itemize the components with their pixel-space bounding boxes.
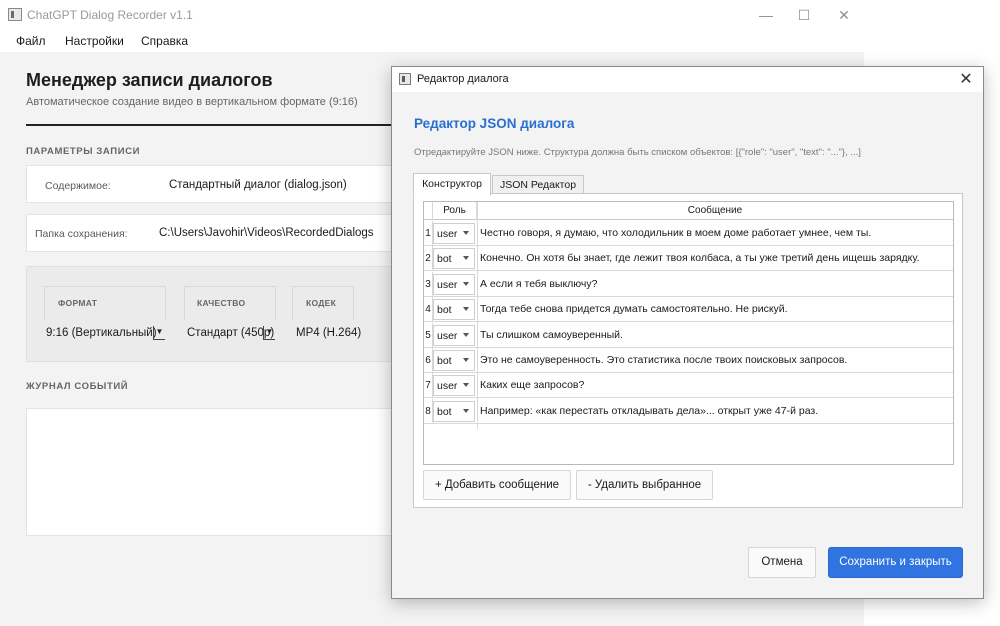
content-value: Стандартный диалог (dialog.json) <box>169 179 347 191</box>
dialog-titlebar: Редактор диалога ✕ <box>392 67 983 92</box>
remove-selected-button[interactable]: - Удалить выбранное <box>576 470 713 500</box>
editor-heading: Редактор JSON диалога <box>414 116 575 131</box>
message-column-header[interactable]: Сообщение <box>477 202 953 220</box>
editor-hint: Отредактируйте JSON ниже. Структура долж… <box>414 147 861 158</box>
message-cell[interactable]: Каких еще запросов? <box>480 379 584 391</box>
params-section-header: ПАРАМЕТРЫ ЗАПИСИ <box>26 146 141 157</box>
message-cell[interactable]: Тогда тебе снова придется думать самосто… <box>480 303 788 315</box>
role-value: bot <box>437 405 452 418</box>
table-row[interactable]: 3 user А если я тебя выключу? <box>424 271 953 297</box>
codec-box: КОДЕК <box>292 286 354 320</box>
window-title: ChatGPT Dialog Recorder v1.1 <box>27 8 193 22</box>
table-corner <box>424 202 433 220</box>
quality-dropdown-icon[interactable]: ▼ <box>263 326 275 340</box>
minimize-icon[interactable]: — <box>748 2 784 28</box>
table-row[interactable]: 8 bot Например: «как перестать откладывать… <box>424 398 953 424</box>
role-select[interactable]: user <box>433 375 475 397</box>
menu-file[interactable]: Файл <box>16 34 46 48</box>
add-message-button[interactable]: + Добавить сообщение <box>423 470 571 500</box>
chevron-down-icon[interactable] <box>463 332 469 337</box>
role-select[interactable]: bot <box>433 299 475 321</box>
message-cell[interactable]: Честно говоря, я думаю, что холодильник … <box>480 227 871 239</box>
dialog-editor: Редактор диалога ✕ Редактор JSON диалога… <box>391 66 984 599</box>
row-number: 4 <box>424 297 433 323</box>
log-section-header: ЖУРНАЛ СОБЫТИЙ <box>26 381 129 392</box>
page-title: Менеджер записи диалогов <box>26 70 273 90</box>
content-label: Содержимое: <box>45 180 111 192</box>
role-select[interactable]: bot <box>433 400 475 422</box>
maximize-icon[interactable]: ☐ <box>786 2 822 28</box>
table-row[interactable]: 5 user Ты слишком самоуверенный. <box>424 322 953 348</box>
table-row[interactable]: 2 bot Конечно. Он хотя бы знает, где лежит… <box>424 246 953 272</box>
format-label: ФОРМАТ <box>58 298 98 308</box>
message-cell[interactable]: Это не самоуверенность. Это статистика п… <box>480 354 847 366</box>
event-log[interactable] <box>26 408 406 536</box>
message-cell[interactable]: Конечно. Он хотя бы знает, где лежит тво… <box>480 252 920 264</box>
role-select[interactable]: bot <box>433 248 475 270</box>
quality-label: КАЧЕСТВО <box>197 298 246 308</box>
folder-label: Папка сохранения: <box>35 228 128 240</box>
table-row[interactable]: 1 user Честно говоря, я думаю, что холодил… <box>424 221 953 246</box>
row-number: 5 <box>424 322 433 348</box>
tab-constructor[interactable]: Конструктор <box>413 173 491 196</box>
chevron-down-icon[interactable] <box>463 307 469 312</box>
save-and-close-button[interactable]: Сохранить и закрыть <box>828 547 963 578</box>
row-number: 6 <box>424 348 433 373</box>
table-row[interactable]: 6 bot Это не самоуверенность. Это статисти… <box>424 348 953 373</box>
main-titlebar: ChatGPT Dialog Recorder v1.1 — ☐ ✕ <box>0 0 864 30</box>
row-number: 8 <box>424 398 433 424</box>
role-value: user <box>437 278 458 291</box>
row-number: 3 <box>424 271 433 297</box>
app-icon <box>8 8 22 21</box>
chevron-down-icon[interactable] <box>463 281 469 286</box>
quality-select[interactable]: Стандарт (450p) <box>187 327 274 339</box>
dialog-close-icon[interactable]: ✕ <box>955 69 977 91</box>
menubar <box>0 30 864 52</box>
codec-value: MP4 (H.264) <box>296 327 362 339</box>
title-divider <box>26 124 406 126</box>
close-icon[interactable]: ✕ <box>826 2 862 28</box>
format-select[interactable]: 9:16 (Вертикальный) <box>46 327 157 339</box>
message-cell[interactable]: Например: «как перестать откладывать дел… <box>480 405 818 417</box>
role-value: user <box>437 380 458 393</box>
column-divider <box>477 202 478 429</box>
folder-card[interactable]: Папка сохранения: C:\Users\Javohir\Video… <box>26 214 406 252</box>
quality-box: КАЧЕСТВО <box>184 286 276 320</box>
message-cell[interactable]: А если я тебя выключу? <box>480 278 598 290</box>
role-column-header[interactable]: Роль <box>433 202 477 220</box>
role-value: user <box>437 329 458 342</box>
row-number: 1 <box>424 221 433 246</box>
chevron-down-icon[interactable] <box>463 383 469 388</box>
role-value: bot <box>437 253 452 266</box>
role-select[interactable]: user <box>433 273 475 295</box>
role-value: bot <box>437 355 452 367</box>
message-cell[interactable]: Ты слишком самоуверенный. <box>480 329 623 341</box>
content-card[interactable]: Содержимое: Стандартный диалог (dialog.j… <box>26 165 406 203</box>
dialog-table: Роль Сообщение 1 user Честно говоря, я дум… <box>423 201 954 465</box>
menu-help[interactable]: Справка <box>141 34 188 48</box>
chevron-down-icon[interactable] <box>463 256 469 261</box>
role-select[interactable]: user <box>433 223 475 244</box>
row-number: 2 <box>424 246 433 272</box>
chevron-down-icon[interactable] <box>463 231 469 235</box>
format-box: ФОРМАТ <box>44 286 166 320</box>
role-select[interactable]: bot <box>433 350 475 371</box>
codec-label: КОДЕК <box>306 298 337 308</box>
table-row[interactable]: 7 user Каких еще запросов? <box>424 373 953 399</box>
dialog-title: Редактор диалога <box>417 73 509 85</box>
menu-settings[interactable]: Настройки <box>65 34 124 48</box>
dialog-app-icon <box>399 73 411 85</box>
cancel-button[interactable]: Отмена <box>748 547 816 578</box>
chevron-down-icon[interactable] <box>463 358 469 362</box>
role-value: user <box>437 228 458 240</box>
chevron-down-icon[interactable] <box>463 408 469 413</box>
row-number: 7 <box>424 373 433 399</box>
page-subtitle: Автоматическое создание видео в вертикал… <box>26 96 358 108</box>
table-row[interactable]: 4 bot Тогда тебе снова придется думать сам… <box>424 297 953 323</box>
tab-json-editor[interactable]: JSON Редактор <box>492 175 584 194</box>
role-select[interactable]: user <box>433 324 475 346</box>
format-dropdown-icon[interactable]: ▼ <box>153 326 165 340</box>
folder-path: C:\Users\Javohir\Videos\RecordedDialogs <box>159 227 374 239</box>
role-value: bot <box>437 304 452 317</box>
